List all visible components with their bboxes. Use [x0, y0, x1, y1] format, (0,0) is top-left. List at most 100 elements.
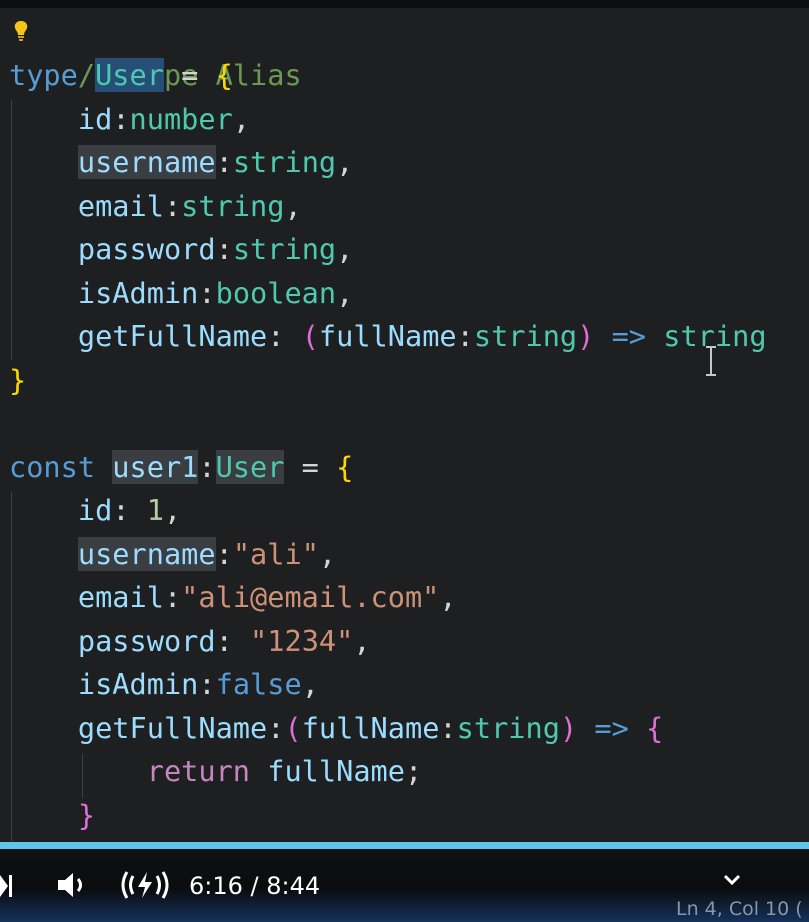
prop-email: email — [77, 189, 164, 223]
code-editor[interactable]: // Type Alias type User = { id:number, u… — [0, 8, 809, 842]
colon: : — [163, 189, 182, 223]
close-brace: } — [9, 363, 27, 397]
comma: , — [318, 537, 337, 571]
code-line-13: username:"ali", — [9, 533, 336, 576]
code-line-14: email:"ali@email.com", — [9, 576, 457, 619]
code-line-18: return fullName; — [9, 750, 422, 793]
return-value: fullName — [267, 754, 405, 788]
text-cursor-icon — [706, 346, 716, 376]
prop-getfullname: getFullName — [77, 319, 268, 353]
prop-username: username — [77, 537, 216, 571]
value-id: 1 — [146, 493, 164, 527]
code-line-11: const user1:User = { — [9, 446, 353, 489]
prop-email: email — [77, 580, 164, 614]
arrow: => — [611, 319, 647, 353]
semicolon: ; — [404, 754, 423, 788]
code-line-15: password: "1234", — [9, 620, 371, 663]
code-line-4: username:string, — [9, 141, 353, 184]
colon: : — [456, 319, 474, 353]
colon: : — [267, 319, 285, 353]
colon: : — [215, 537, 233, 571]
close-brace: } — [77, 798, 96, 832]
colon: : — [112, 493, 130, 527]
keyword-type: type — [9, 58, 78, 92]
code-line-16: isAdmin:false, — [9, 663, 319, 706]
stable-volume-icon[interactable] — [118, 867, 172, 903]
open-paren: ( — [284, 711, 302, 745]
colon: : — [215, 145, 233, 179]
type-string: string — [232, 232, 337, 266]
code-line-2: type User = { — [9, 54, 233, 97]
code-line-5: email:string, — [9, 185, 302, 228]
keyword-return: return — [146, 754, 251, 788]
code-line-19: } — [9, 794, 95, 837]
type-name-user[interactable]: User — [95, 58, 164, 92]
prop-password: password — [77, 624, 216, 658]
value-email: "ali@email.com" — [181, 580, 440, 614]
prop-id: id — [77, 493, 113, 527]
time-display: 6:16 / 8:44 — [189, 872, 321, 900]
var-user1[interactable]: user1 — [112, 450, 199, 484]
type-string: string — [473, 319, 578, 353]
prop-isadmin: isAdmin — [77, 667, 199, 701]
prop-getfullname: getFullName — [77, 711, 268, 745]
close-paren: ) — [559, 711, 578, 745]
open-brace: { — [336, 450, 354, 484]
colon: : — [112, 102, 130, 136]
type-string: string — [181, 189, 285, 223]
type-ref-user[interactable]: User — [215, 450, 285, 484]
colon: : — [163, 580, 182, 614]
comma: , — [336, 145, 354, 179]
value-username: "ali" — [232, 537, 319, 571]
equals: = — [163, 58, 216, 92]
value-password: "1234" — [250, 624, 354, 658]
comma: , — [163, 493, 182, 527]
param-fullname: fullName — [301, 711, 440, 745]
colon: : — [198, 667, 216, 701]
chevron-down-icon[interactable] — [723, 874, 741, 886]
colon: : — [198, 450, 216, 484]
prop-isadmin: isAdmin — [77, 276, 199, 310]
type-number: number — [129, 102, 233, 136]
colon: : — [439, 711, 457, 745]
comma: , — [336, 232, 354, 266]
code-line-6: password:string, — [9, 228, 353, 271]
comma: , — [336, 276, 354, 310]
code-line-7: isAdmin:boolean, — [9, 272, 353, 315]
type-string: string — [456, 711, 560, 745]
equals: = — [284, 450, 337, 484]
colon: : — [215, 624, 233, 658]
colon: : — [215, 232, 233, 266]
status-bar-position: Ln 4, Col 10 ( — [676, 898, 803, 920]
code-line-12: id: 1, — [9, 489, 181, 532]
param-fullname: fullName — [318, 319, 457, 353]
value-isadmin: false — [215, 667, 302, 701]
comma: , — [232, 102, 251, 136]
video-progress-bar[interactable] — [0, 842, 809, 849]
arrow: => — [594, 711, 629, 745]
skip-next-icon[interactable] — [0, 873, 14, 899]
colon: : — [267, 711, 285, 745]
code-line-17: getFullName:(fullName:string) => { — [9, 707, 663, 750]
open-brace: { — [215, 58, 233, 92]
type-boolean: boolean — [215, 276, 337, 310]
code-line-9: } — [9, 359, 26, 402]
code-line-1: // Type Alias — [9, 11, 302, 92]
comma: , — [439, 580, 457, 614]
prop-password: password — [77, 232, 216, 266]
type-string: string — [232, 145, 337, 179]
code-line-8: getFullName: (fullName:string) => string — [9, 315, 767, 358]
open-paren: ( — [301, 319, 319, 353]
volume-icon[interactable] — [56, 870, 90, 900]
open-brace: { — [646, 711, 664, 745]
prop-id: id — [77, 102, 113, 136]
prop-username: username — [77, 145, 216, 179]
comma: , — [301, 667, 319, 701]
top-edge — [0, 0, 809, 8]
code-line-3: id:number, — [9, 98, 250, 141]
comma: , — [284, 189, 302, 223]
colon: : — [198, 276, 216, 310]
comma: , — [353, 624, 371, 658]
close-paren: ) — [577, 319, 595, 353]
keyword-const: const — [9, 450, 96, 484]
